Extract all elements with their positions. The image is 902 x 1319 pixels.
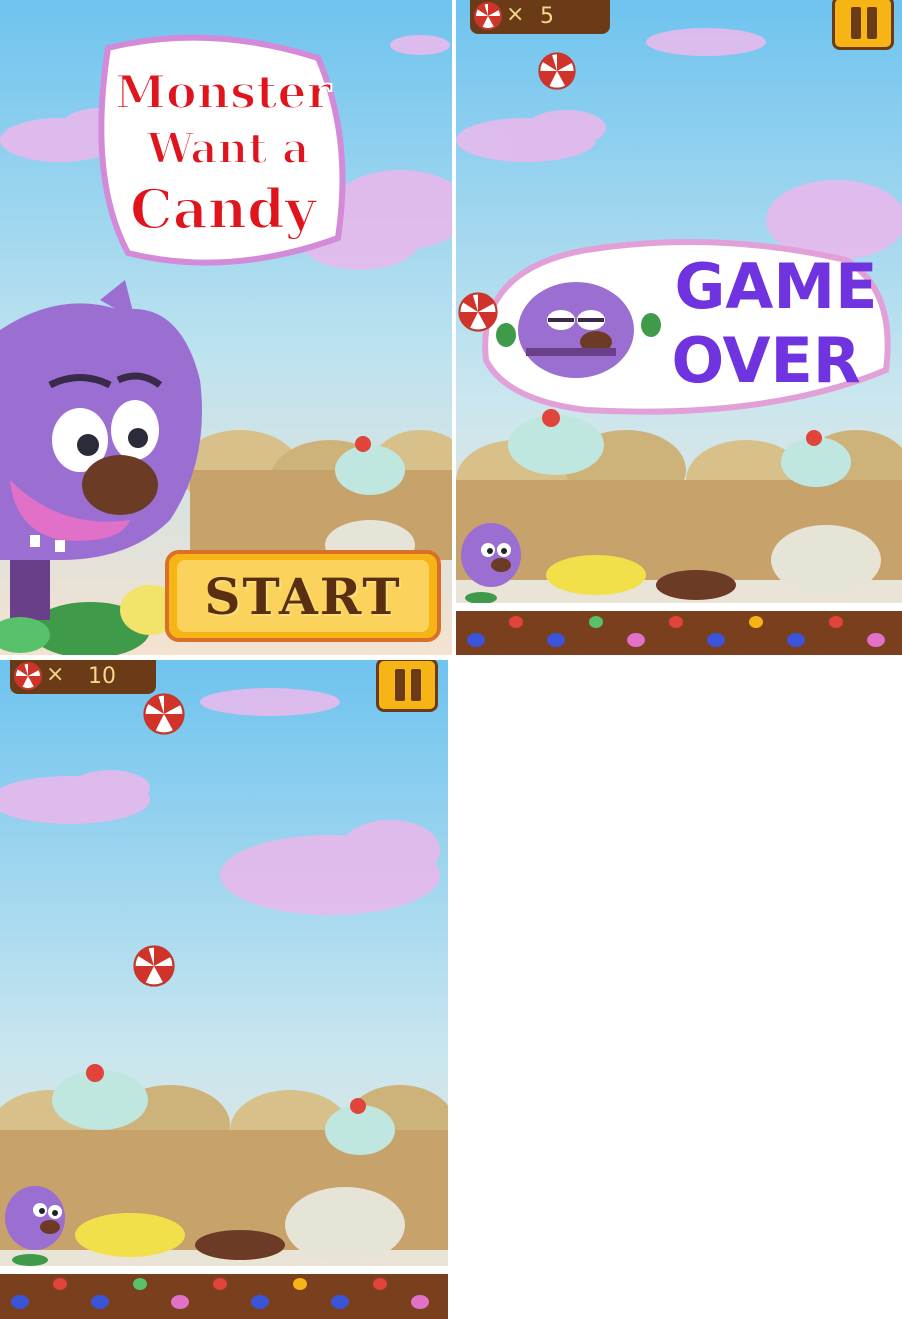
candy-icon: [14, 662, 42, 690]
game-logo: Monster Want a Candy: [98, 34, 346, 266]
multiplier-symbol: ×: [46, 662, 65, 687]
game-over-screen: × 5 GAME OVER: [456, 0, 902, 655]
candy-ground: [0, 1266, 448, 1319]
muffin-hills: [180, 430, 452, 570]
gameplay-screen: × 10: [0, 660, 448, 1319]
game-over-banner: GAME OVER: [482, 239, 891, 415]
multiplier-symbol: ×: [506, 2, 525, 27]
pause-button[interactable]: [832, 0, 894, 50]
gameplay-background: [0, 660, 448, 1319]
score-plate: × 5: [470, 0, 610, 34]
pause-icon: [867, 7, 877, 39]
game-over-line-1: GAME: [675, 250, 878, 323]
title-line-2: Want a: [146, 124, 310, 173]
pause-button[interactable]: [376, 660, 438, 712]
title-screen: Monster Want a Candy START: [0, 0, 452, 655]
pause-icon: [395, 669, 405, 701]
pause-icon: [411, 669, 421, 701]
game-over-line-2: OVER: [671, 324, 860, 397]
candy-ground: [456, 603, 902, 655]
start-label: START: [204, 566, 402, 626]
candy-count: 5: [540, 4, 554, 29]
title-line-3: Candy: [130, 177, 318, 241]
candy-icon: [474, 2, 502, 30]
candy-count: 10: [88, 664, 116, 689]
pause-icon: [851, 7, 861, 39]
candy-icon: [538, 52, 576, 90]
candy-icon: [133, 945, 175, 987]
start-button[interactable]: START: [165, 550, 441, 642]
candy-icon: [458, 292, 498, 332]
title-line-1: Monster: [115, 65, 331, 119]
candy-icon: [143, 693, 185, 735]
score-plate: × 10: [10, 660, 156, 694]
